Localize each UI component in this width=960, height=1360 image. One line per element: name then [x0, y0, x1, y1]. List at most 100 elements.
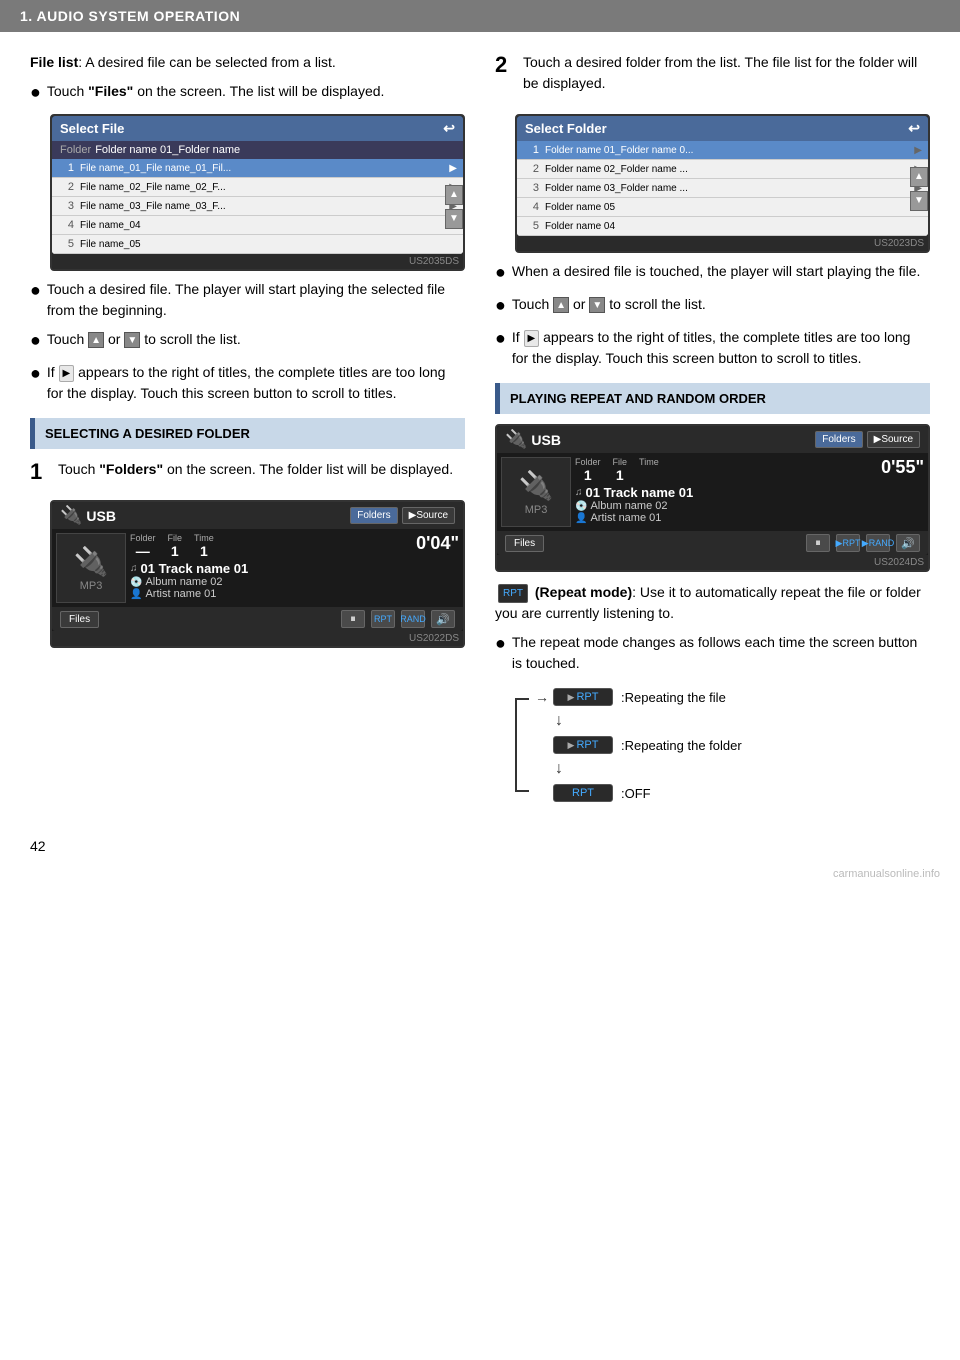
usb-track-name-2: 01 Track name 01 [586, 485, 694, 500]
usb-rand-button-2[interactable]: ▶RAND [866, 534, 890, 552]
scroll-up-button[interactable]: ▲ [445, 185, 463, 205]
page-content: File list: A desired file can be selecte… [0, 32, 960, 828]
usb-rand-button-1[interactable]: RAND [401, 610, 425, 628]
sf-file-row[interactable]: 3 File name_03_File name_03_F... ▶ [52, 197, 463, 216]
usb-album-name-1: Album name 02 [145, 576, 222, 588]
up-arrow-icon-r: ▲ [553, 297, 569, 313]
usb-track-info-1: ♫ 01 Track name 01 💿 Album name 02 👤 Art… [130, 561, 459, 600]
bullet-text-1: Touch "Files" on the screen. The list wi… [47, 81, 465, 102]
usb-vol-button-2[interactable]: 🔊 [896, 534, 920, 552]
repeat-badge-folder: ▶RPT [553, 736, 613, 754]
usb-main-1: 🔌 MP3 Folder — File [52, 529, 463, 607]
usb-artist-name-1: Artist name 01 [145, 588, 216, 600]
step-1-number: 1 [30, 459, 42, 485]
usb-tab-folders-2[interactable]: Folders [815, 431, 862, 448]
usb-pause-button-1[interactable]: ⏸ [341, 610, 365, 628]
page-header: 1. AUDIO SYSTEM OPERATION [0, 0, 960, 32]
usb-artist-row-2: 👤 Artist name 01 [575, 512, 924, 524]
usb-bottom-bar-2: Files ⏸ ▶RPT ▶RAND 🔊 [497, 531, 928, 555]
sf2-file-num: 2 [523, 163, 539, 175]
sf-file-name: File name_01_File name_01_Fil... [80, 163, 449, 174]
scroll-up-button-2[interactable]: ▲ [910, 167, 928, 187]
usb-counters-time-1: Folder — File 1 Time 1 [130, 533, 459, 559]
repeat-mode-desc: RPT (Repeat mode): Use it to automatical… [495, 582, 930, 674]
page-number: 42 [30, 838, 46, 854]
sf2-file-row[interactable]: 3 Folder name 03_Folder name ... ▶ [517, 179, 928, 198]
right-bullet-dot-3: ● [495, 325, 506, 352]
usb-pause-button-2[interactable]: ⏸ [806, 534, 830, 552]
sf2-file-row[interactable]: 1 Folder name 01_Folder name 0... ▶ [517, 141, 928, 160]
bullet-item-1: ● Touch "Files" on the screen. The list … [30, 81, 465, 106]
usb-artist-name-2: Artist name 01 [590, 512, 661, 524]
sf2-file-num: 1 [523, 144, 539, 156]
bullet-text-2: Touch a desired file. The player will st… [47, 279, 465, 321]
sf-file-row[interactable]: 2 File name_02_File name_02_F... ▶ [52, 178, 463, 197]
repeat-row-1: → ▶RPT :Repeating the file [535, 688, 930, 706]
usb-time-counter-2: Time [639, 457, 659, 483]
file-list-intro: File list: A desired file can be selecte… [30, 52, 465, 73]
repeat-desc-folder: :Repeating the folder [621, 738, 742, 753]
usb-tab-source-2[interactable]: ▶Source [867, 431, 920, 448]
sf-file-row[interactable]: 4 File name_04 [52, 216, 463, 235]
sf-back-icon[interactable]: ↩ [443, 120, 455, 137]
sf2-file-row[interactable]: 2 Folder name 02_Folder name ... ▶ [517, 160, 928, 179]
usb-tab-folders-1[interactable]: Folders [350, 507, 397, 524]
sf-folder-label: Folder [60, 144, 91, 156]
sf2-back-icon[interactable]: ↩ [908, 120, 920, 137]
usb-track-info-2: ♫ 01 Track name 01 💿 Album name 02 👤 Art… [575, 485, 924, 524]
usb-art-2: 🔌 MP3 [501, 457, 571, 527]
usb-files-button-1[interactable]: Files [60, 611, 99, 628]
sf2-file-num: 5 [523, 220, 539, 232]
sf-folder-name: Folder name 01_Folder name [95, 144, 240, 156]
rpt-folder-icon: ▶ [568, 740, 575, 751]
usb-folder-label: Folder [130, 533, 156, 543]
sf-title: Select File [60, 121, 124, 136]
sf2-file-name: Folder name 02_Folder name ... [545, 164, 914, 175]
sf2-file-num: 4 [523, 201, 539, 213]
repeat-bullet-text: The repeat mode changes as follows each … [512, 632, 930, 674]
ds-label-1: US2035DS [52, 254, 463, 269]
bullet-item-2: ● Touch a desired file. The player will … [30, 279, 465, 321]
right-bullet-text-2: Touch ▲ or ▼ to scroll the list. [512, 294, 930, 315]
usb-files-button-2[interactable]: Files [505, 535, 544, 552]
usb-bottom-bar-1: Files ⏸ RPT RAND 🔊 [52, 607, 463, 631]
usb-track-row-1: ♫ 01 Track name 01 [130, 561, 459, 576]
usb-elapsed-time-2: 0'55" [881, 457, 924, 478]
usb-logo-2: 🔌 USB [505, 429, 561, 450]
usb-mp3-label-1: MP3 [80, 580, 103, 592]
sf2-file-row[interactable]: 5 Folder name 04 [517, 217, 928, 236]
ds-label-4: US2024DS [497, 555, 928, 570]
bullet-dot-2: ● [30, 277, 41, 304]
usb-artist-icon-2: 👤 [575, 513, 587, 524]
step-1-desc: Touch "Folders" on the screen. The folde… [58, 459, 465, 480]
usb-rpt-button-1[interactable]: RPT [371, 610, 395, 628]
sf-file-row[interactable]: 5 File name_05 [52, 235, 463, 254]
usb-folder-counter-2: Folder 1 [575, 457, 601, 483]
usb-album-row-2: 💿 Album name 02 [575, 500, 924, 512]
usb-time-label: Time [194, 533, 214, 543]
scroll-down-button-2[interactable]: ▼ [910, 191, 928, 211]
step-2-number: 2 [495, 52, 507, 78]
usb-logo-text-1: USB [86, 508, 116, 524]
scroll-down-button[interactable]: ▼ [445, 209, 463, 229]
repeat-mode-diagram: → ▶RPT :Repeating the file ↓ → ▶RPT :Rep… [515, 688, 930, 802]
selecting-folder-title: SELECTING A DESIRED FOLDER [45, 426, 250, 441]
usb-rpt-button-2[interactable]: ▶RPT [836, 534, 860, 552]
repeat-bullet-dot: ● [495, 630, 506, 657]
rpt-badge-inline: RPT [498, 584, 528, 603]
scroll-buttons-2: ▲ ▼ [910, 141, 928, 236]
scroll-buttons: ▲ ▼ [445, 159, 463, 254]
ds-label-3: US2023DS [517, 236, 928, 251]
step-2-desc: Touch a desired folder from the list. Th… [523, 52, 930, 94]
sf2-file-row[interactable]: 4 Folder name 05 [517, 198, 928, 217]
sf2-file-list: 1 Folder name 01_Folder name 0... ▶ 2 Fo… [517, 141, 928, 236]
usb-vol-button-1[interactable]: 🔊 [431, 610, 455, 628]
usb-file-val: 1 [171, 543, 179, 559]
sf-file-num: 1 [58, 162, 74, 174]
sf-folder-row: Folder Folder name 01_Folder name [52, 141, 463, 159]
down-arrow-icon-r: ▼ [589, 297, 605, 313]
sf-file-name: File name_03_File name_03_F... [80, 201, 449, 212]
usb-tab-source-1[interactable]: ▶Source [402, 507, 455, 524]
usb-file-val-2: 1 [616, 467, 624, 483]
sf-file-row[interactable]: 1 File name_01_File name_01_Fil... ▶ [52, 159, 463, 178]
